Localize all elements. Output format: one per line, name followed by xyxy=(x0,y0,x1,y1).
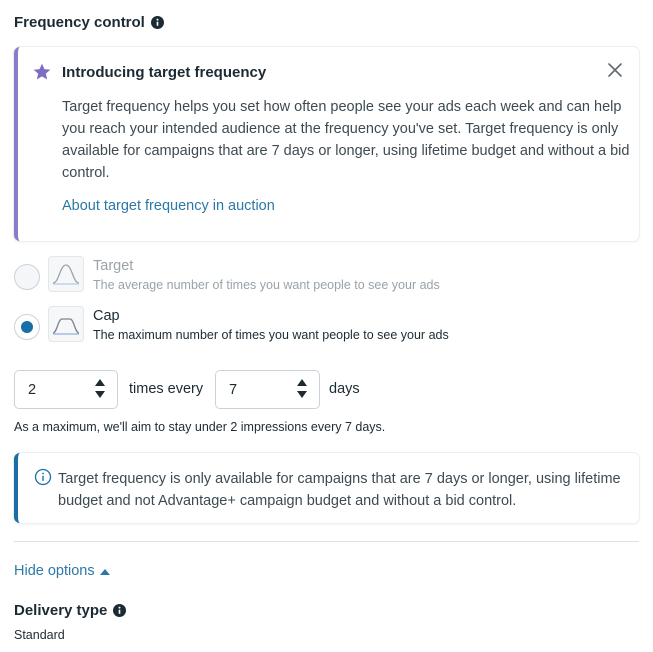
info-icon[interactable] xyxy=(113,604,127,617)
stepper-arrows-icon[interactable] xyxy=(297,379,307,398)
days-stepper[interactable]: 7 xyxy=(215,370,320,409)
about-target-frequency-link[interactable]: About target frequency in auction xyxy=(62,198,275,214)
delivery-type-label: Delivery type xyxy=(14,602,108,619)
delivery-type-title: Delivery type xyxy=(14,602,127,619)
info-icon[interactable] xyxy=(150,16,164,29)
close-icon[interactable] xyxy=(607,62,623,78)
availability-note-card: Target frequency is only available for c… xyxy=(14,453,639,523)
promo-title: Introducing target frequency xyxy=(62,64,267,81)
target-frequency-promo-card: Introducing target frequency Target freq… xyxy=(14,47,639,241)
cap-description: The maximum number of times you want peo… xyxy=(93,328,449,342)
info-circle-icon xyxy=(34,468,52,486)
promo-body: Target frequency helps you set how often… xyxy=(62,99,630,181)
target-radio[interactable] xyxy=(14,264,40,290)
divider xyxy=(14,541,639,542)
option-target[interactable]: Target The average number of times you w… xyxy=(14,256,440,294)
star-icon xyxy=(33,63,51,80)
impressions-stepper[interactable]: 2 xyxy=(14,370,118,409)
frequency-control-title: Frequency control xyxy=(14,14,164,31)
delivery-type-value: Standard xyxy=(14,628,65,642)
target-label: Target xyxy=(93,258,134,274)
target-description: The average number of times you want peo… xyxy=(93,278,440,292)
impressions-value: 2 xyxy=(28,381,37,398)
caret-up-icon xyxy=(99,568,110,575)
hide-options-toggle[interactable]: Hide options xyxy=(14,563,110,579)
frequency-helper-text: As a maximum, we'll aim to stay under 2 … xyxy=(14,420,386,434)
option-cap[interactable]: Cap The maximum number of times you want… xyxy=(14,306,449,344)
days-value: 7 xyxy=(229,381,238,398)
days-label: days xyxy=(329,381,360,397)
hide-options-label: Hide options xyxy=(14,563,95,579)
cap-curve-icon xyxy=(48,306,84,342)
frequency-control-label: Frequency control xyxy=(14,14,145,31)
times-every-label: times every xyxy=(129,381,204,397)
bell-curve-icon xyxy=(48,256,84,292)
cap-radio[interactable] xyxy=(14,314,40,340)
stepper-arrows-icon[interactable] xyxy=(95,379,105,398)
availability-note-text: Target frequency is only available for c… xyxy=(58,471,621,509)
cap-label: Cap xyxy=(93,308,120,324)
